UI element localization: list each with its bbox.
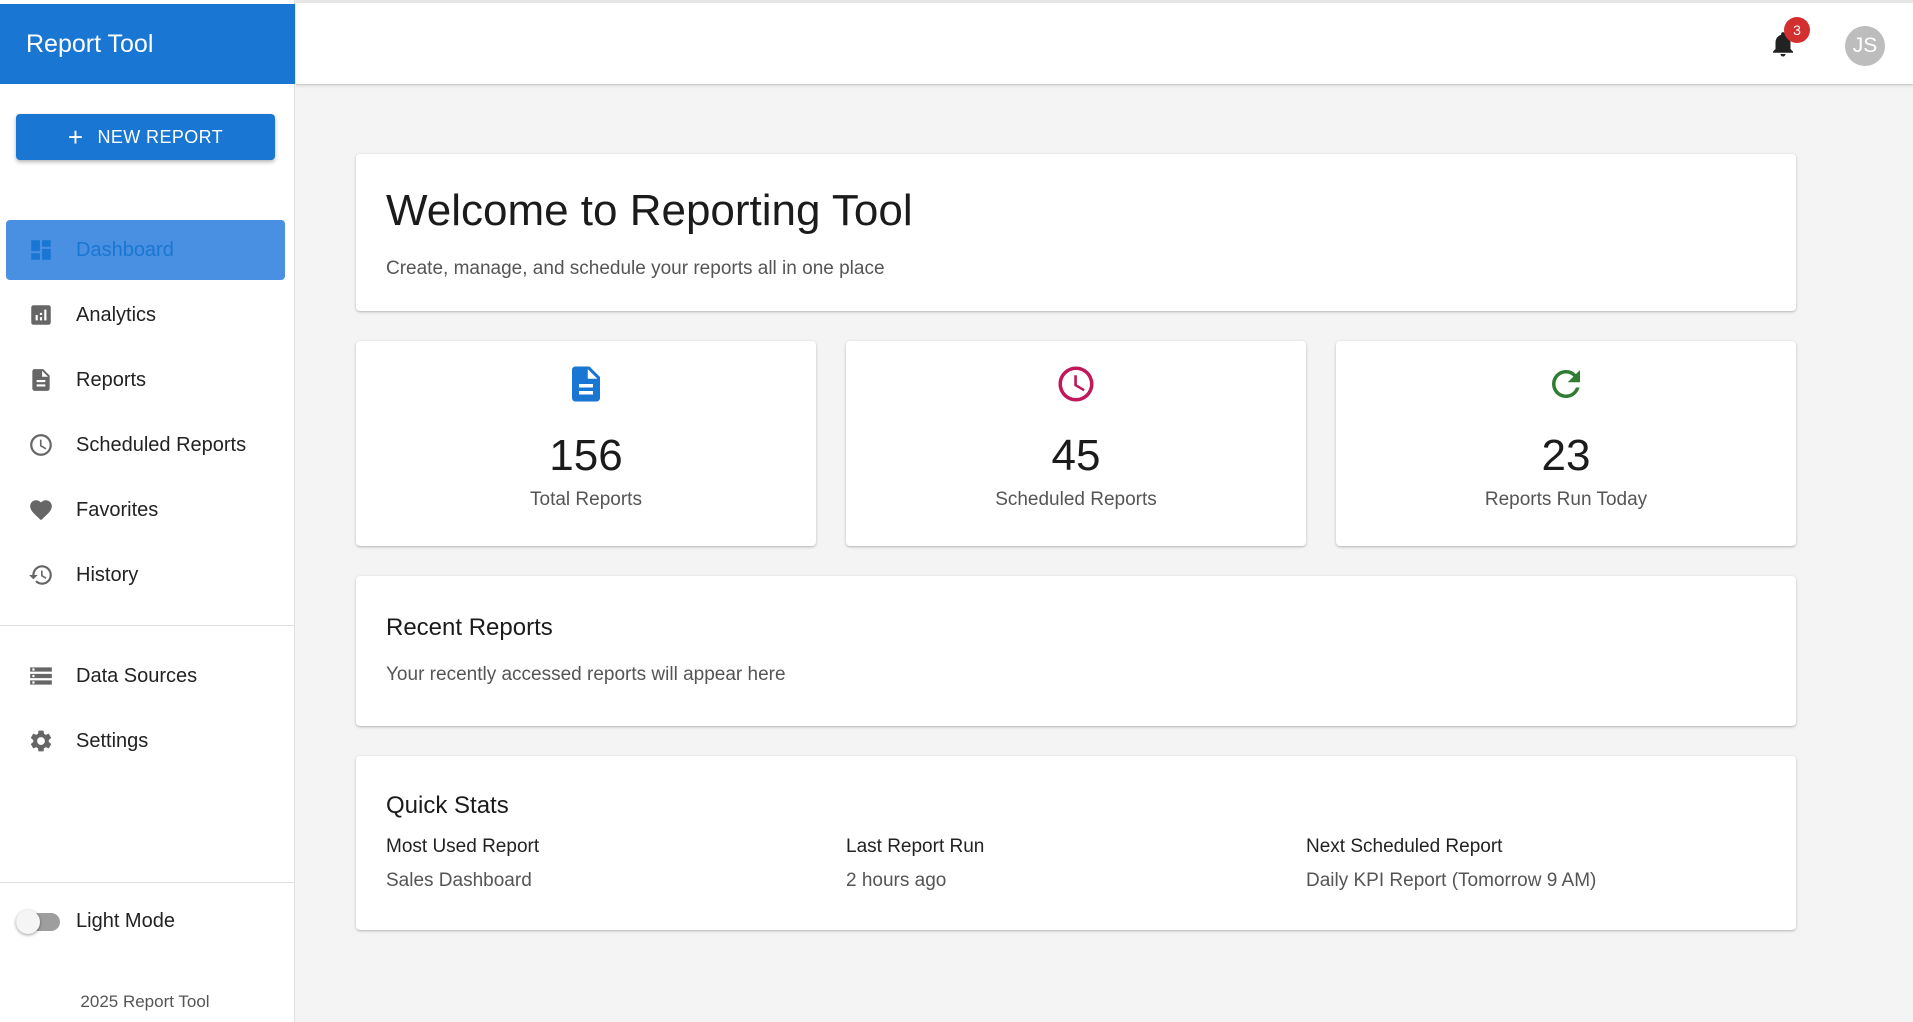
quick-stat-label: Most Used Report <box>386 836 540 857</box>
refresh-icon <box>1545 363 1587 405</box>
sidebar-item-analytics[interactable]: Analytics <box>0 285 295 345</box>
notification-badge: 3 <box>1784 17 1810 43</box>
quick-stat-value: Daily KPI Report (Tomorrow 9 AM) <box>1306 870 1597 891</box>
sidebar-item-reports[interactable]: Reports <box>0 350 295 410</box>
sidebar-divider <box>0 882 295 883</box>
page-subtitle: Create, manage, and schedule your report… <box>386 258 885 279</box>
new-report-label: NEW REPORT <box>97 126 224 147</box>
heart-icon <box>28 497 54 523</box>
history-icon <box>28 562 54 588</box>
quick-stat-value: 2 hours ago <box>846 870 947 891</box>
primary-nav: Dashboard Analytics Reports Scheduled Re… <box>0 220 295 610</box>
sidebar-item-label: Analytics <box>76 303 157 326</box>
quick-stat-label: Next Scheduled Report <box>1306 836 1503 857</box>
sidebar-item-label: History <box>76 563 139 586</box>
quick-stat-value: Sales Dashboard <box>386 870 532 891</box>
gear-icon <box>28 728 54 754</box>
stat-value: 45 <box>1051 431 1101 480</box>
storage-icon <box>28 663 54 689</box>
page-title: Welcome to Reporting Tool <box>386 186 913 235</box>
sidebar-item-data-sources[interactable]: Data Sources <box>0 646 295 706</box>
stat-value: 23 <box>1541 431 1591 480</box>
sidebar-item-label: Dashboard <box>76 238 174 261</box>
section-title: Recent Reports <box>386 614 553 641</box>
sidebar-item-label: Scheduled Reports <box>76 433 247 456</box>
sidebar-divider <box>0 625 295 626</box>
app-title: Report Tool <box>0 4 295 84</box>
stat-card-scheduled-reports: 45 Scheduled Reports <box>846 341 1306 546</box>
sidebar-item-label: Data Sources <box>76 664 198 687</box>
sidebar: Report Tool + NEW REPORT Dashboard Analy… <box>0 0 295 1022</box>
welcome-card: Welcome to Reporting Tool Create, manage… <box>356 154 1796 311</box>
clock-icon <box>1055 363 1097 405</box>
toggle-switch[interactable] <box>16 909 60 934</box>
sidebar-item-settings[interactable]: Settings <box>0 711 295 771</box>
sidebar-item-label: Reports <box>76 368 147 391</box>
bell-icon <box>1768 32 1798 63</box>
stat-label: Total Reports <box>530 489 642 510</box>
new-report-button[interactable]: + NEW REPORT <box>16 114 275 160</box>
sidebar-item-history[interactable]: History <box>0 545 295 605</box>
recent-reports-card: Recent Reports Your recently accessed re… <box>356 576 1796 726</box>
analytics-icon <box>28 302 54 328</box>
empty-state-text: Your recently accessed reports will appe… <box>386 664 786 685</box>
avatar[interactable]: JS <box>1845 26 1885 66</box>
quick-stat-item: Last Report Run 2 hours ago <box>846 836 1306 892</box>
quick-stats-card: Quick Stats Most Used Report Sales Dashb… <box>356 756 1796 930</box>
stat-value: 156 <box>549 431 623 480</box>
sidebar-item-dashboard[interactable]: Dashboard <box>6 220 285 280</box>
document-icon <box>565 363 607 405</box>
theme-toggle-label: Light Mode <box>76 910 175 932</box>
stat-card-reports-run-today: 23 Reports Run Today <box>1336 341 1796 546</box>
sidebar-item-label: Favorites <box>76 498 159 521</box>
document-icon <box>28 367 54 393</box>
stat-label: Scheduled Reports <box>995 489 1157 510</box>
quick-stat-item: Next Scheduled Report Daily KPI Report (… <box>1306 836 1766 892</box>
clock-icon <box>28 432 54 458</box>
quick-stat-item: Most Used Report Sales Dashboard <box>386 836 846 892</box>
plus-icon: + <box>67 122 84 152</box>
top-app-bar: 3 JS <box>296 0 1913 85</box>
section-title: Quick Stats <box>386 792 509 819</box>
quick-stats-grid: Most Used Report Sales Dashboard Last Re… <box>386 836 1766 892</box>
sidebar-footer: 2025 Report Tool <box>80 992 210 1011</box>
sidebar-item-label: Settings <box>76 729 149 752</box>
sidebar-item-scheduled-reports[interactable]: Scheduled Reports <box>0 415 295 475</box>
secondary-nav: Data Sources Settings <box>0 646 295 776</box>
stat-label: Reports Run Today <box>1484 489 1648 510</box>
quick-stat-label: Last Report Run <box>846 836 985 857</box>
dashboard-icon <box>28 237 54 263</box>
stat-card-total-reports: 156 Total Reports <box>356 341 816 546</box>
toggle-knob <box>16 909 40 934</box>
sidebar-item-favorites[interactable]: Favorites <box>0 480 295 540</box>
theme-toggle[interactable]: Light Mode <box>16 909 175 934</box>
